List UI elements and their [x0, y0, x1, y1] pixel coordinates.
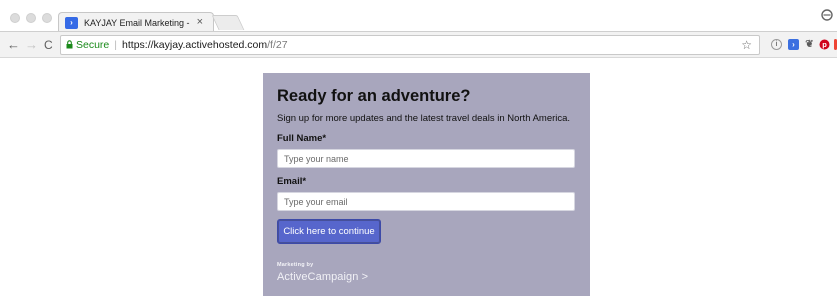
reload-button[interactable]: C — [44, 36, 53, 54]
star-icon[interactable]: ☆ — [741, 38, 752, 52]
browser-toolbar: ← → C Secure | https://kayjay.activehost… — [0, 31, 837, 58]
new-tab-button[interactable] — [211, 15, 245, 30]
pinterest-icon[interactable]: p — [819, 39, 830, 50]
signup-form: Ready for an adventure? Sign up for more… — [263, 73, 590, 296]
form-title: Ready for an adventure? — [277, 87, 471, 105]
forward-button[interactable]: → — [25, 36, 38, 54]
url-host: https://kayjay.activehosted.com — [122, 39, 268, 51]
svg-text:p: p — [822, 40, 827, 49]
continue-button[interactable]: Click here to continue — [277, 219, 381, 244]
email-input[interactable] — [277, 192, 575, 211]
activecampaign-extension-icon[interactable]: › — [788, 39, 799, 50]
activecampaign-logo[interactable]: ActiveCampaign > — [277, 271, 576, 283]
minimize-window-button[interactable] — [26, 13, 36, 23]
marketing-by-label: Marketing by — [277, 262, 314, 268]
form-subtitle: Sign up for more updates and the latest … — [277, 113, 571, 124]
address-separator: | — [114, 39, 118, 51]
full-name-label: Full Name* — [277, 133, 327, 144]
url-path: /f/27 — [267, 39, 288, 51]
full-name-input[interactable] — [277, 149, 575, 168]
close-window-button[interactable] — [10, 13, 20, 23]
info-icon[interactable]: i — [771, 39, 782, 50]
browser-tab[interactable]: › KAYJAY Email Marketing - × — [58, 12, 214, 32]
tab-title: KAYJAY Email Marketing - — [84, 17, 190, 28]
tab-strip: › KAYJAY Email Marketing - × — [0, 0, 837, 32]
maximize-window-button[interactable] — [42, 13, 52, 23]
address-bar[interactable]: Secure | https://kayjay.activehosted.com… — [60, 35, 760, 55]
email-label: Email* — [277, 176, 307, 187]
back-button[interactable]: ← — [7, 36, 20, 54]
profile-icon[interactable] — [821, 9, 833, 24]
lock-icon — [66, 39, 73, 51]
activecampaign-favicon-icon: › — [65, 16, 78, 29]
close-icon[interactable]: × — [197, 16, 203, 28]
secure-label: Secure — [76, 39, 110, 51]
evernote-icon[interactable]: ❦ — [804, 39, 815, 50]
